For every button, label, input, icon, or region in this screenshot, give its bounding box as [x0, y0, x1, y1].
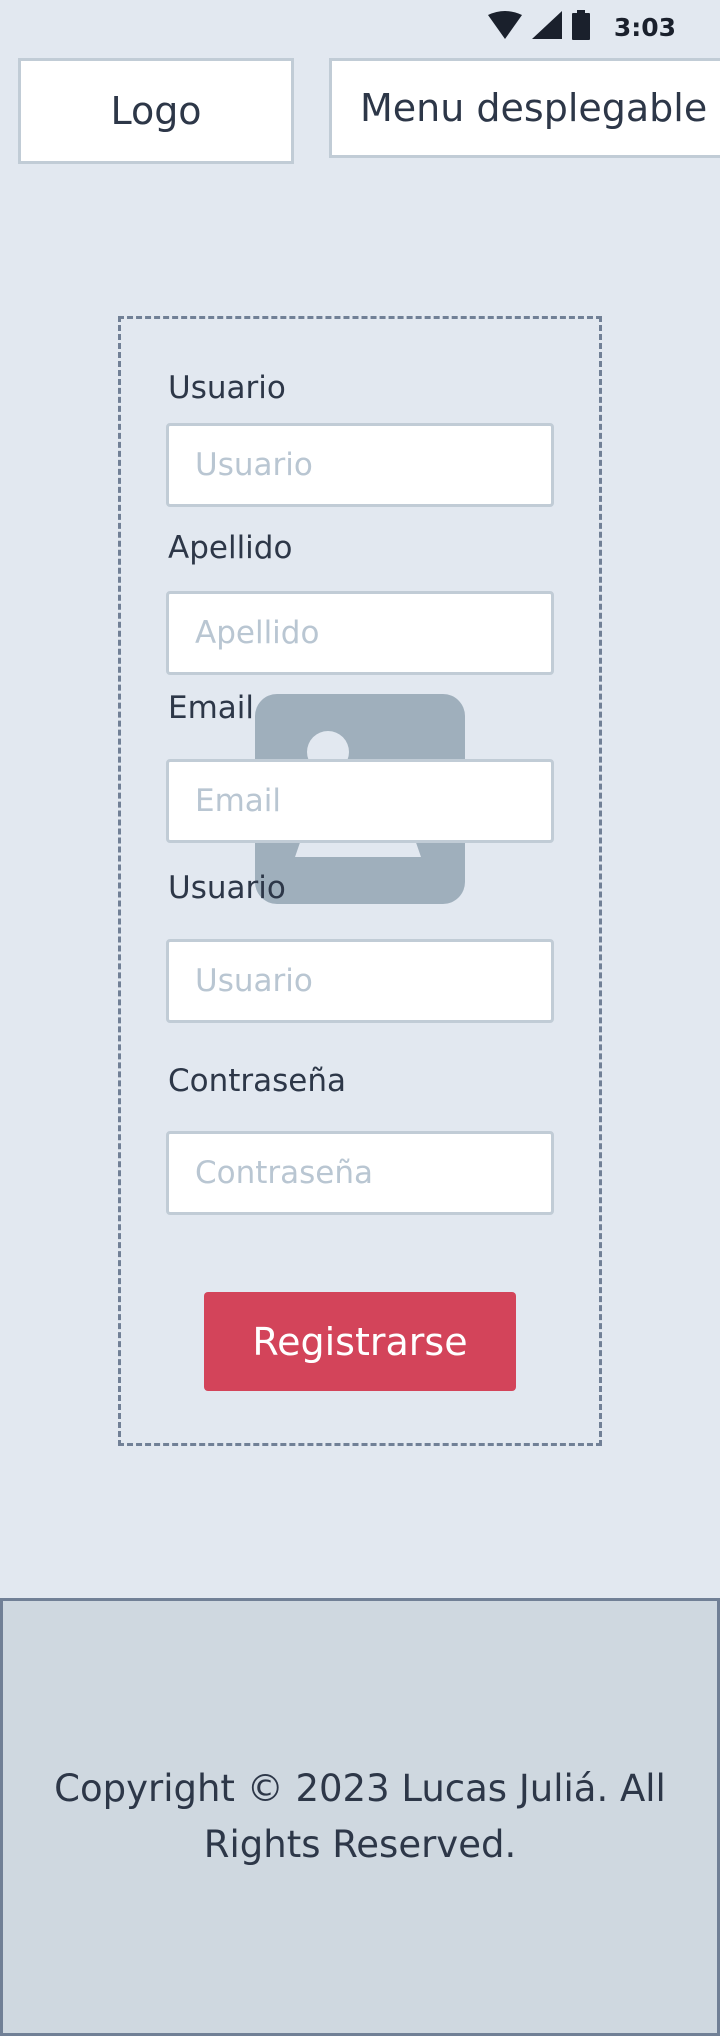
register-button[interactable]: Registrarse	[204, 1292, 516, 1391]
field-label-usuario-2: Usuario	[168, 870, 286, 906]
apellido-input[interactable]	[166, 591, 554, 675]
status-bar: 3:03	[0, 0, 720, 48]
signal-icon	[531, 11, 562, 43]
dropdown-menu[interactable]: Menu desplegable ≡	[329, 58, 720, 158]
battery-icon	[571, 10, 590, 44]
field-label-contrasena: Contraseña	[168, 1063, 347, 1099]
status-time: 3:03	[613, 12, 676, 42]
usuario-input-2[interactable]	[166, 939, 554, 1023]
logo-label: Logo	[110, 89, 202, 133]
wifi-icon	[487, 11, 522, 43]
field-label-usuario: Usuario	[168, 370, 286, 406]
field-label-apellido: Apellido	[168, 530, 293, 566]
copyright-text: Copyright © 2023 Lucas Juliá. All Rights…	[54, 1767, 666, 1866]
password-input[interactable]	[166, 1131, 554, 1215]
logo[interactable]: Logo	[18, 58, 294, 164]
status-icons: 3:03	[487, 10, 676, 44]
usuario-input[interactable]	[166, 423, 554, 507]
dropdown-menu-label: Menu desplegable	[360, 86, 708, 130]
email-input[interactable]	[166, 759, 554, 843]
footer: Copyright © 2023 Lucas Juliá. All Rights…	[0, 1598, 720, 2036]
field-label-email: Email	[168, 690, 255, 726]
